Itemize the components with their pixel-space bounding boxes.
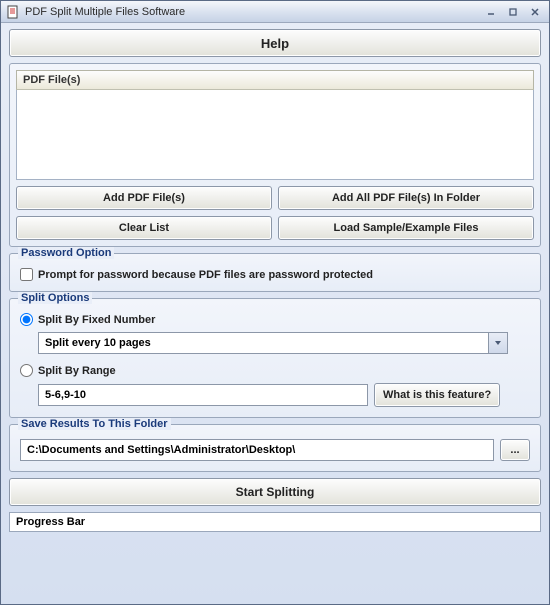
start-splitting-button[interactable]: Start Splitting — [9, 478, 541, 506]
add-files-button[interactable]: Add PDF File(s) — [16, 186, 272, 210]
prompt-password-checkbox[interactable] — [20, 268, 33, 281]
split-fixed-radio[interactable] — [20, 313, 33, 326]
split-options-group: Split Options Split By Fixed Number Spli… — [9, 298, 541, 418]
load-sample-button[interactable]: Load Sample/Example Files — [278, 216, 534, 240]
split-options-legend: Split Options — [18, 292, 92, 304]
save-folder-input[interactable] — [20, 439, 494, 461]
add-folder-button[interactable]: Add All PDF File(s) In Folder — [278, 186, 534, 210]
close-button[interactable] — [525, 4, 545, 20]
split-range-radio[interactable] — [20, 364, 33, 377]
progress-label: Progress Bar — [16, 516, 85, 528]
split-fixed-row[interactable]: Split By Fixed Number — [20, 313, 530, 326]
split-range-input[interactable] — [38, 384, 368, 406]
split-range-label: Split By Range — [38, 365, 116, 377]
minimize-button[interactable] — [481, 4, 501, 20]
save-folder-group: Save Results To This Folder ... — [9, 424, 541, 472]
save-folder-legend: Save Results To This Folder — [18, 418, 171, 430]
prompt-password-label: Prompt for password because PDF files ar… — [38, 269, 373, 281]
help-button[interactable]: Help — [9, 29, 541, 57]
maximize-button[interactable] — [503, 4, 523, 20]
clear-list-button[interactable]: Clear List — [16, 216, 272, 240]
chevron-down-icon[interactable] — [488, 332, 508, 354]
progress-bar: Progress Bar — [9, 512, 541, 532]
file-list-body[interactable] — [16, 90, 534, 180]
app-icon — [5, 4, 21, 20]
titlebar: PDF Split Multiple Files Software — [1, 1, 549, 23]
app-window: PDF Split Multiple Files Software Help P… — [0, 0, 550, 605]
password-option-legend: Password Option — [18, 247, 114, 259]
split-fixed-value[interactable] — [38, 332, 488, 354]
prompt-password-row[interactable]: Prompt for password because PDF files ar… — [20, 268, 530, 281]
file-list-header[interactable]: PDF File(s) — [16, 70, 534, 90]
split-fixed-combo[interactable] — [38, 332, 508, 354]
browse-folder-button[interactable]: ... — [500, 439, 530, 461]
feature-info-button[interactable]: What is this feature? — [374, 383, 500, 407]
split-range-row[interactable]: Split By Range — [20, 364, 530, 377]
split-fixed-label: Split By Fixed Number — [38, 314, 155, 326]
window-title: PDF Split Multiple Files Software — [25, 6, 479, 18]
client-area: Help PDF File(s) Add PDF File(s) Add All… — [1, 23, 549, 540]
files-panel: PDF File(s) Add PDF File(s) Add All PDF … — [9, 63, 541, 247]
password-option-group: Password Option Prompt for password beca… — [9, 253, 541, 292]
